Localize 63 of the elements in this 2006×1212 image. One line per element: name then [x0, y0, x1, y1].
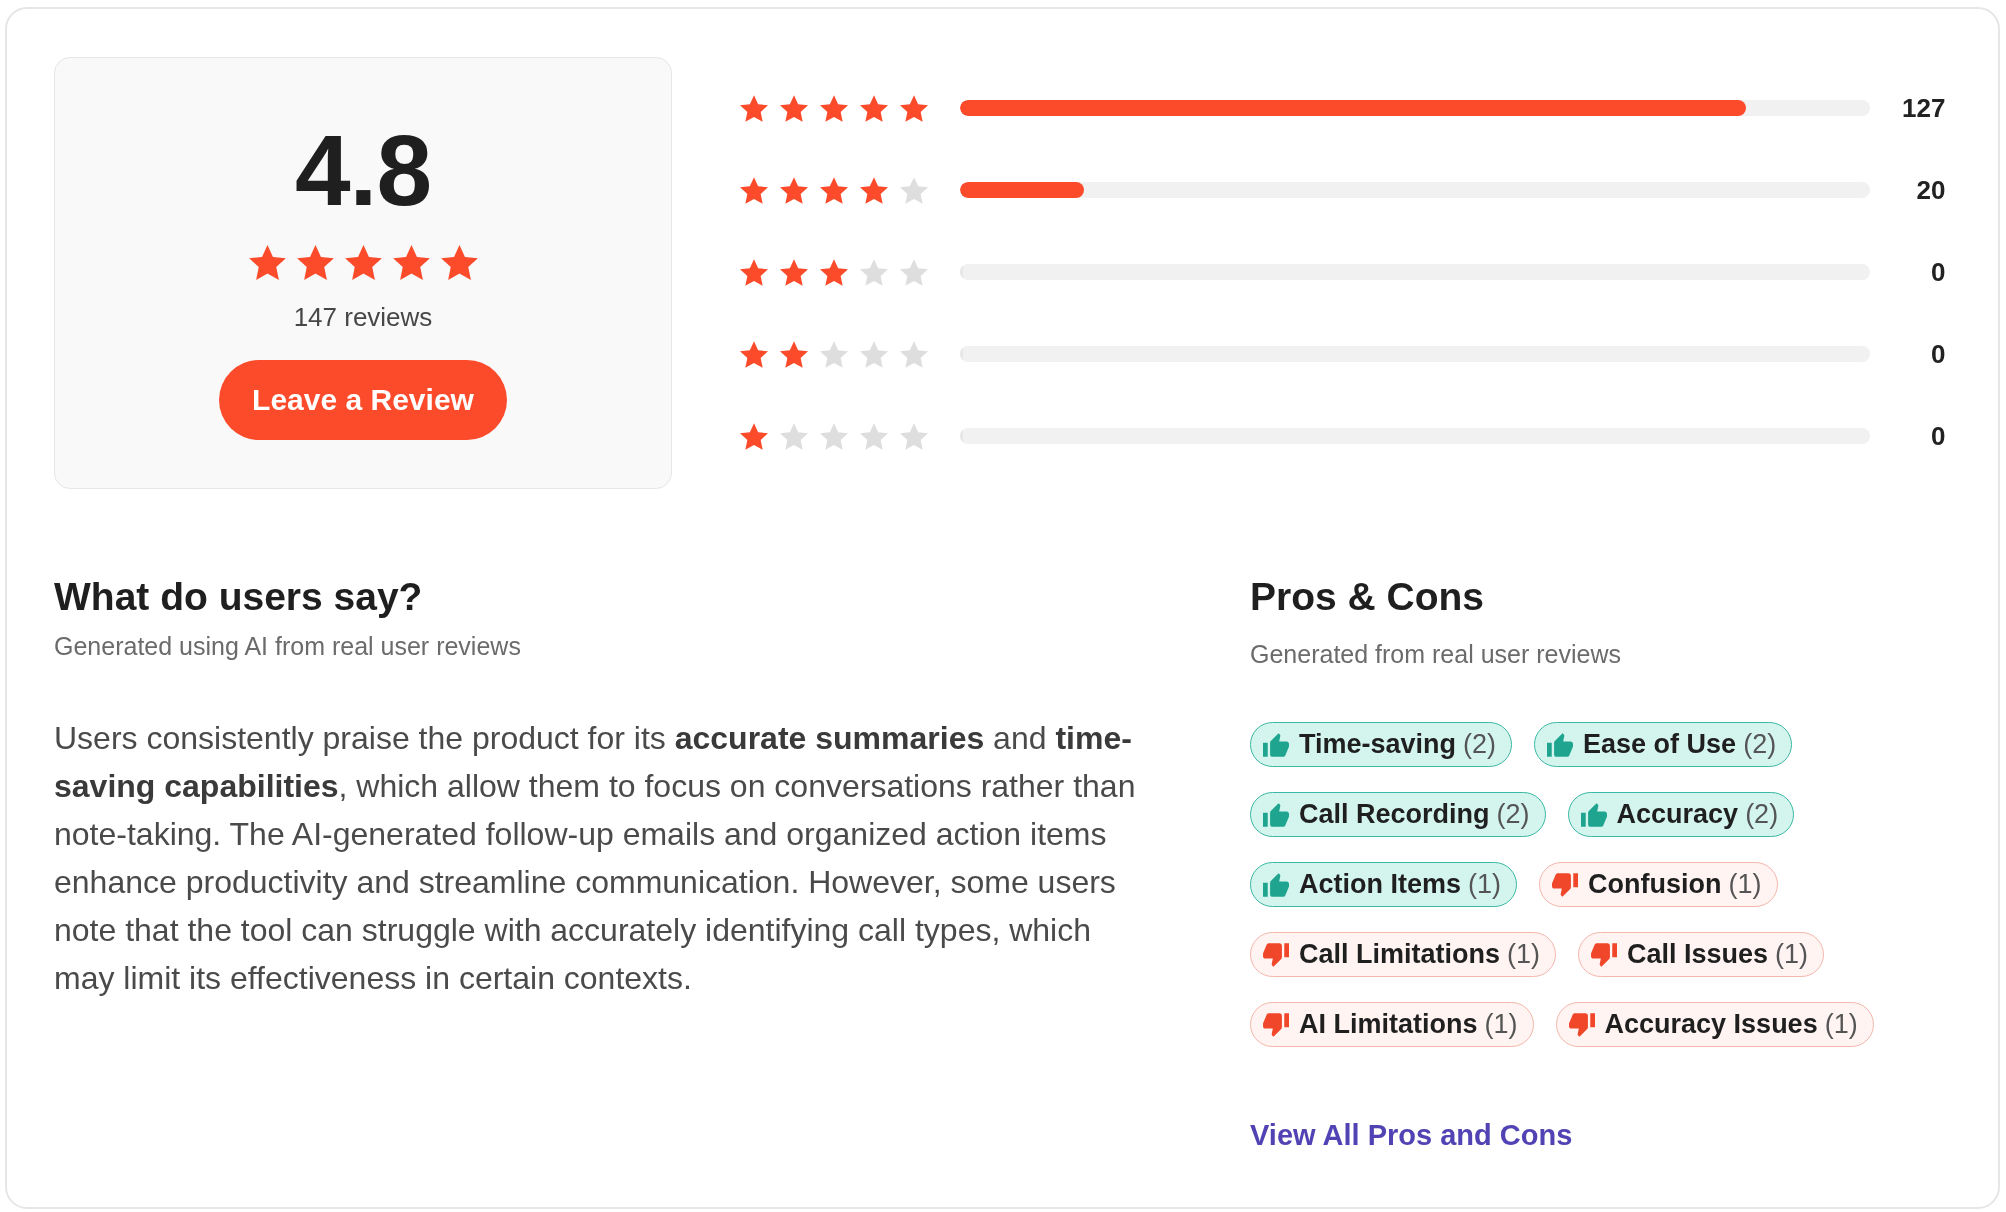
empty-star-icon — [820, 422, 848, 450]
star-icon — [780, 176, 808, 204]
star-icon — [344, 245, 382, 280]
star-icon — [248, 245, 286, 280]
star-icon — [740, 422, 768, 450]
star-icon — [860, 176, 888, 204]
thumbs-up-icon — [1547, 732, 1574, 757]
empty-star-icon — [900, 258, 928, 286]
star-icon — [780, 340, 808, 368]
thumbs-up-icon — [1263, 802, 1289, 827]
empty-star-icon — [860, 422, 888, 450]
star-icon — [820, 258, 848, 286]
pro-tag[interactable]: Action Items (1) — [1250, 862, 1518, 907]
star-icon — [740, 340, 768, 368]
rating-count: 0 — [1930, 338, 1946, 370]
star-icon — [740, 258, 768, 286]
star-icon — [820, 176, 848, 204]
con-tag[interactable]: Call Issues (1) — [1578, 932, 1825, 977]
rating-count: 127 — [1902, 92, 1946, 124]
star-icon — [740, 94, 768, 122]
pro-tag[interactable]: Call Recording (2) — [1250, 792, 1546, 837]
star-icon — [392, 245, 430, 280]
empty-star-icon — [900, 422, 928, 450]
thumbs-down-icon — [1591, 942, 1618, 967]
empty-star-icon — [820, 340, 848, 368]
star-icon — [296, 245, 334, 280]
thumbs-down-icon — [1568, 1012, 1595, 1037]
thumbs-down-icon — [1263, 942, 1289, 967]
section-heading: What do users say? — [54, 574, 424, 620]
star-icon — [900, 94, 928, 122]
thumbs-down-icon — [1552, 872, 1579, 897]
con-tag[interactable]: AI Limitations (1) — [1250, 1002, 1534, 1047]
star-icon — [740, 176, 768, 204]
star-icon — [860, 94, 888, 122]
empty-star-icon — [860, 340, 888, 368]
con-tag[interactable]: Confusion (1) — [1539, 862, 1778, 907]
view-all-link[interactable]: View All Pros and Cons — [1250, 1117, 1573, 1153]
pro-tag[interactable]: Ease of Use (2) — [1534, 722, 1793, 767]
pro-tag[interactable]: Accuracy (2) — [1567, 792, 1795, 837]
rating-count: 20 — [1916, 174, 1946, 206]
pro-tag[interactable]: Time-saving (2) — [1250, 722, 1513, 767]
section-subtitle: Generated from real user reviews — [1250, 639, 1622, 670]
star-icon — [780, 258, 808, 286]
summary-paragraph: Users consistently praise the product for its accurate summaries and time-saving capabilities, which allow them to focus on conversations rather than note-taking. The AI-generated follow-up emails and organized action items enhance productivity and streamline communication. However, some users note that the tool can struggle with accurately identifying call types, which may limit its effectiveness in certain contexts. — [54, 719, 1137, 998]
con-tag[interactable]: Call Limitations (1) — [1250, 932, 1557, 977]
section-heading: Pros & Cons — [1250, 574, 1486, 620]
section-subtitle: Generated using AI from real user reviews — [54, 631, 522, 662]
rating-count: 0 — [1930, 420, 1946, 452]
star-icon — [820, 94, 848, 122]
thumbs-down-icon — [1263, 1012, 1289, 1037]
con-tag[interactable]: Accuracy Issues (1) — [1555, 1002, 1874, 1047]
empty-star-icon — [900, 340, 928, 368]
thumbs-up-icon — [1263, 872, 1289, 897]
empty-star-icon — [900, 176, 928, 204]
empty-star-icon — [780, 422, 808, 450]
thumbs-up-icon — [1263, 732, 1289, 757]
average-rating: 4.8 — [295, 120, 431, 220]
empty-star-icon — [860, 258, 888, 286]
rating-count: 0 — [1930, 256, 1946, 288]
star-icon — [780, 94, 808, 122]
star-icon — [440, 245, 478, 280]
review-count: 147 reviews — [293, 301, 433, 333]
thumbs-up-icon — [1580, 802, 1607, 827]
